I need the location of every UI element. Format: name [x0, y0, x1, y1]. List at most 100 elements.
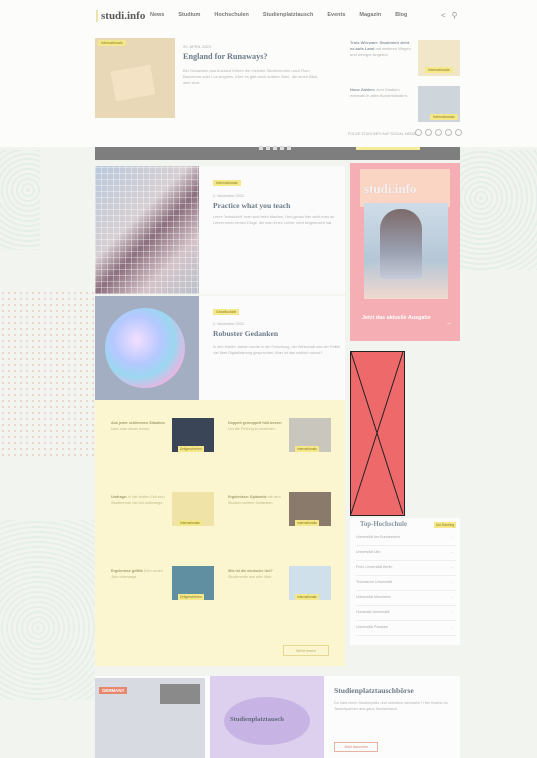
- ranking-item-label: Humboldt-Universität: [356, 610, 390, 614]
- tiktok-icon[interactable]: [435, 129, 442, 136]
- magazine-logo: studi.info: [364, 181, 417, 196]
- news-item[interactable]: Aus jeder schlimmen Situation kann man e…: [111, 420, 167, 432]
- swirl-pattern: [0, 150, 40, 250]
- sphere-graphic: [105, 308, 185, 388]
- nav-item-studienplatztausch[interactable]: Studienplatztausch: [263, 12, 313, 18]
- promo-image-label: Studienplatztausch: [230, 716, 284, 723]
- nav-item-hochschulen[interactable]: Hochschulen: [214, 12, 249, 18]
- search-icon[interactable]: ⚲: [452, 11, 458, 20]
- news-item-title: Aus jeder schlimmen Situation: [111, 421, 165, 425]
- arrow-right-icon: →: [450, 535, 454, 539]
- main-nav: News Studium Hochschulen Studienplatztau…: [150, 12, 407, 18]
- ranking-row[interactable]: Technische Universität →: [356, 576, 456, 591]
- more-news-button[interactable]: Mehr lesen: [283, 645, 329, 656]
- ranking-item-label: Universität der Bundeswehr: [356, 535, 401, 539]
- slider-dot[interactable]: [266, 146, 270, 150]
- hero-badge: Internationals: [98, 40, 126, 46]
- magazine-cta[interactable]: Jetzt das aktuelle Ausgabe: [362, 315, 434, 322]
- linkedin-icon[interactable]: [445, 129, 452, 136]
- pixel-portrait-image: [95, 166, 199, 294]
- news-item-title: Doppelt gemoppelt hält besser: [228, 421, 282, 425]
- news-item[interactable]: Doppelt gemoppelt hält besser Um die Prü…: [228, 420, 284, 432]
- news-item-title: Umfrage:: [111, 495, 128, 499]
- news-item-badge: Zeitgeschehen: [178, 594, 204, 600]
- promo-title[interactable]: Studienplatztauschbörse: [334, 686, 414, 695]
- hero-image[interactable]: [95, 38, 175, 118]
- slider-dot[interactable]: [273, 146, 277, 150]
- news-item-text: Studierende aus aller Welt.: [228, 575, 273, 579]
- ranking-row[interactable]: Humboldt-Universität →: [356, 606, 456, 621]
- arrow-right-icon: →: [450, 625, 454, 629]
- ranking-title: Top-Hochschule: [360, 521, 407, 528]
- slider-dots: [259, 146, 291, 150]
- magazine-cover-person: [380, 209, 422, 279]
- arrow-right-icon: →: [450, 580, 454, 584]
- article-title[interactable]: Practice what you teach: [213, 201, 290, 210]
- promo-button[interactable]: Jetzt tauschen: [334, 742, 378, 752]
- news-item-text: kann man etwas lernen.: [111, 427, 151, 431]
- ranking-row[interactable]: Freie Universität Berlin →: [356, 561, 456, 576]
- news-item[interactable]: Ergebnisse gefällt Dem neuen Jahr unterw…: [111, 568, 167, 580]
- dot-pattern: [0, 290, 95, 460]
- ranking-item-label: Freie Universität Berlin: [356, 565, 393, 569]
- ad-placeholder: [350, 351, 405, 516]
- article-date: 2. November 2022: [213, 194, 245, 198]
- ranking-item-label: Universität Ulm: [356, 550, 381, 554]
- nav-item-blog[interactable]: Blog: [395, 12, 407, 18]
- article-image: [95, 296, 199, 400]
- news-item[interactable]: Wie ist die deutsche Uni? Studierende au…: [228, 568, 284, 580]
- instagram-icon[interactable]: [415, 129, 422, 136]
- news-item-badge: Internationals: [295, 520, 319, 526]
- article-date: 2. November 2022: [213, 322, 245, 326]
- arrow-right-icon[interactable]: →: [446, 320, 452, 326]
- arrow-right-icon: →: [450, 595, 454, 599]
- site-logo[interactable]: studi.info: [96, 10, 145, 22]
- facebook-icon[interactable]: [425, 129, 432, 136]
- news-item-badge: Internationals: [178, 520, 202, 526]
- slider-dot[interactable]: [259, 146, 263, 150]
- news-item-text: Um die Prüfung zu bestehen.: [228, 427, 276, 431]
- side-news-badge: Internationals: [425, 67, 453, 73]
- article-badge: Gesellschaft: [213, 309, 239, 315]
- youtube-icon[interactable]: [455, 129, 462, 136]
- sign-card: [110, 64, 156, 102]
- news-item-badge: Internationals: [295, 594, 319, 600]
- side-news-badge: Internationals: [430, 114, 458, 120]
- share-icon[interactable]: <: [441, 11, 446, 20]
- ranking-row[interactable]: Universität Potsdam →: [356, 621, 456, 636]
- nav-item-news[interactable]: News: [150, 12, 164, 18]
- article-badge: Internationals: [213, 180, 241, 186]
- hero-title[interactable]: England for Runaways?: [183, 52, 267, 61]
- promo-text: Du hast einen Studienplatz und möchtest …: [334, 701, 448, 712]
- hero-date: 20. APRIL 2023: [183, 44, 211, 49]
- news-item-badge: Internationals: [295, 446, 319, 452]
- arrow-right-icon: →: [450, 565, 454, 569]
- article-title[interactable]: Robuster Gedanken: [213, 329, 278, 338]
- partner-logo: [160, 684, 200, 704]
- nav-item-studium[interactable]: Studium: [178, 12, 200, 18]
- news-item[interactable]: Ergebnisse: Epidemie mit dem Studium wei…: [228, 494, 284, 506]
- yellow-accent-bar: [356, 147, 420, 150]
- ranking-row[interactable]: Universität Ulm →: [356, 546, 456, 561]
- germany-badge: GERMANY: [99, 687, 128, 694]
- swirl-pattern: [457, 150, 537, 270]
- ranking-row[interactable]: Universität Mannheim →: [356, 591, 456, 606]
- header-icons: < ⚲: [441, 11, 458, 20]
- ranking-row[interactable]: Universität der Bundeswehr →: [356, 531, 456, 546]
- news-item[interactable]: Umfrage: In der letzten Zeit sind Studie…: [111, 494, 167, 506]
- slider-dot[interactable]: [287, 146, 291, 150]
- ranking-badge: Uni-Ranking: [434, 522, 457, 528]
- news-item-badge: Zeitgeschehen: [178, 446, 204, 452]
- nav-item-events[interactable]: Events: [327, 12, 345, 18]
- social-icons: [415, 129, 462, 136]
- article-text: In den letzten Jahren wurde in der Forsc…: [213, 345, 341, 356]
- news-item-title: Ergebnisse: Epidemie: [228, 495, 267, 499]
- slider-dot[interactable]: [280, 146, 284, 150]
- news-item-title: Wie ist die deutsche Uni?: [228, 569, 273, 573]
- side-news-item[interactable]: Trotz Wirrwarr: Studenten zieht es aufs …: [350, 40, 412, 58]
- side-news-item[interactable]: Neue Zahlen: zum Studium erstmals in all…: [350, 87, 412, 99]
- ranking-item-label: Technische Universität: [356, 580, 392, 584]
- nav-item-magazin[interactable]: Magazin: [359, 12, 381, 18]
- side-news-title: Neue Zahlen:: [350, 87, 376, 92]
- arrow-right-icon: →: [450, 610, 454, 614]
